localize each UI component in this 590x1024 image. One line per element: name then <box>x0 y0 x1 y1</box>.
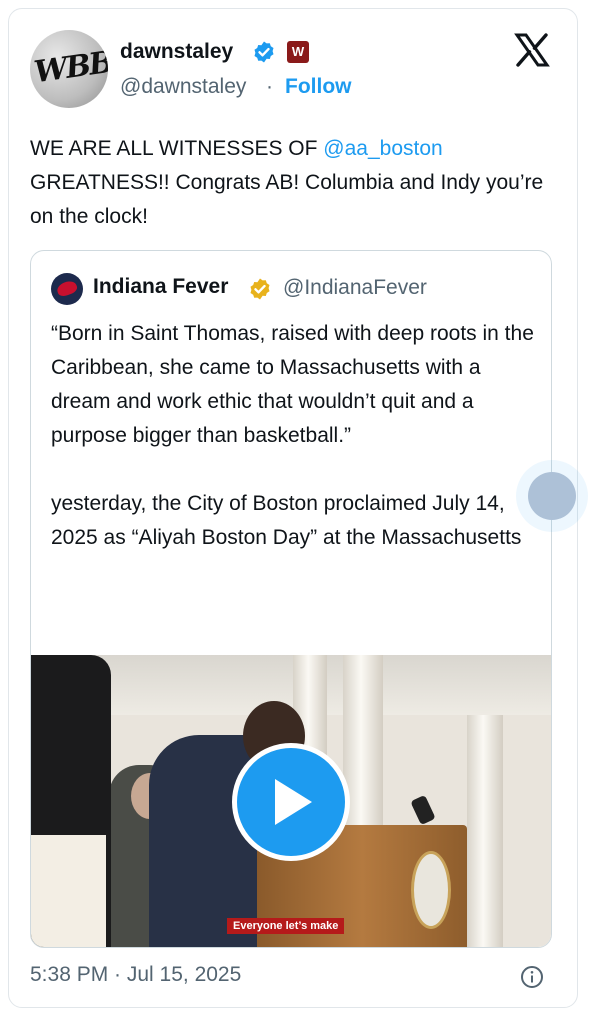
tweet-timestamp[interactable]: 5:38 PM · Jul 15, 2025 <box>30 963 241 987</box>
quoted-text: “Born in Saint Thomas, raised with deep … <box>51 317 541 589</box>
tweet-text-end: GREATNESS!! Congrats AB! Columbia and In… <box>30 171 544 228</box>
follow-button[interactable]: Follow <box>285 75 352 99</box>
x-logo-icon[interactable] <box>514 32 550 68</box>
quoted-author-handle[interactable]: @IndianaFever <box>283 276 427 300</box>
mention-link[interactable]: @aa_boston <box>323 137 442 160</box>
microphone <box>410 794 436 826</box>
video-thumbnail[interactable]: Everyone let’s make <box>31 655 551 947</box>
floating-dot-inner <box>528 472 576 520</box>
quoted-author-name[interactable]: Indiana Fever <box>93 275 228 299</box>
play-button[interactable] <box>232 743 350 861</box>
verified-gold-icon <box>250 278 270 300</box>
author-avatar[interactable]: WBB <box>30 30 108 108</box>
quoted-avatar[interactable] <box>51 273 83 305</box>
author-name[interactable]: dawnstaley <box>120 40 233 64</box>
person-skirt <box>31 835 106 947</box>
quoted-paragraph-2: yesterday, the City of Boston proclaimed… <box>51 492 522 549</box>
tweet-text-start: WE ARE ALL WITNESSES OF <box>30 137 324 160</box>
avatar-logo-text: WBB <box>31 44 108 91</box>
separator-dot: · <box>266 75 273 98</box>
author-handle[interactable]: @dawnstaley <box>120 75 246 99</box>
quoted-paragraph-1: “Born in Saint Thomas, raised with deep … <box>51 322 534 447</box>
info-icon[interactable] <box>520 965 544 989</box>
tweet-text: WE ARE ALL WITNESSES OF @aa_boston GREAT… <box>30 132 560 234</box>
floating-touch-indicator[interactable] <box>516 460 588 532</box>
seal-emblem <box>411 851 451 929</box>
column <box>467 715 503 947</box>
video-caption: Everyone let’s make <box>227 918 345 934</box>
quoted-tweet[interactable]: Indiana Fever @IndianaFever “Born in Sai… <box>30 250 552 948</box>
fever-logo-icon <box>55 278 79 299</box>
verified-icon <box>254 41 274 63</box>
play-icon <box>275 779 312 825</box>
w-badge-icon: W <box>287 41 309 63</box>
